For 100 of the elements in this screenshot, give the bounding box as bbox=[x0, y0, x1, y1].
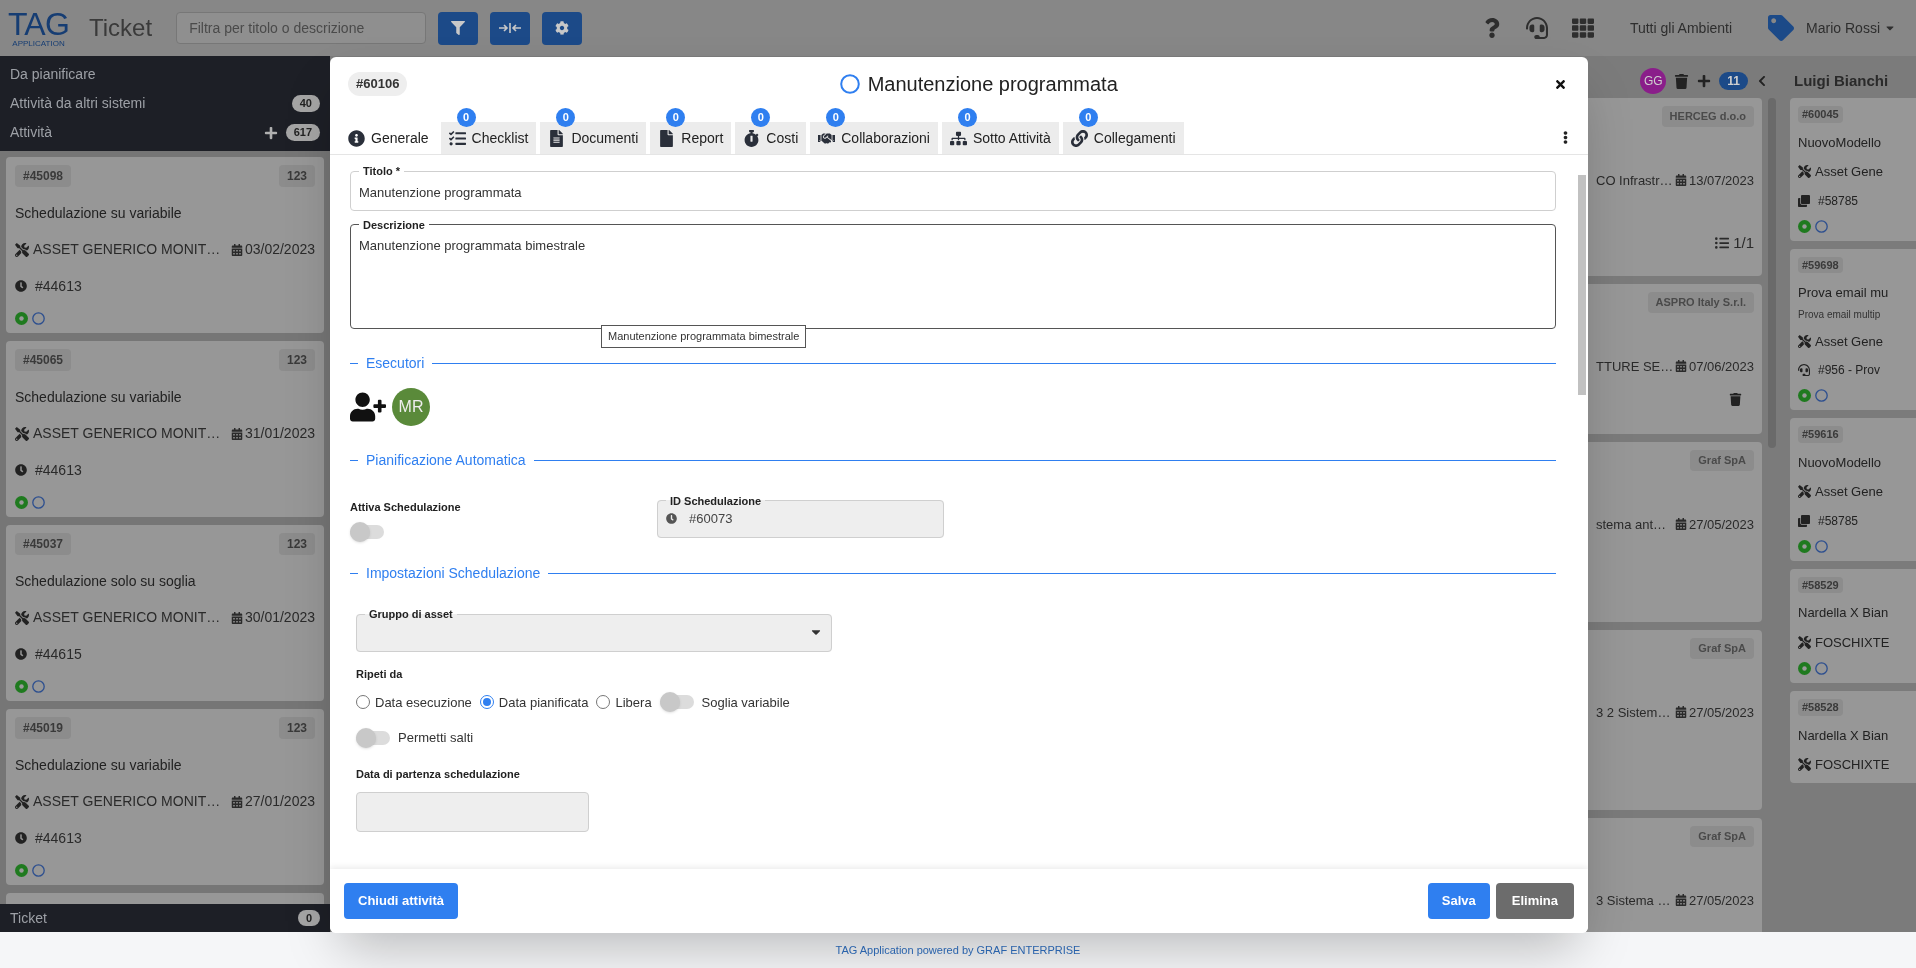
count-badge: 0 bbox=[1078, 108, 1098, 127]
close-icon bbox=[1553, 77, 1567, 91]
ticket-reference: #956 - Prov bbox=[1818, 362, 1881, 379]
collapse-button[interactable] bbox=[490, 11, 531, 45]
toggle-switch[interactable] bbox=[659, 695, 694, 710]
filled-circle-icon bbox=[1798, 539, 1811, 553]
tab[interactable]: Collegamenti bbox=[1062, 122, 1184, 154]
asset-name: TTURE SE… bbox=[1596, 357, 1674, 376]
tab[interactable]: Sotto Attività bbox=[941, 122, 1059, 154]
file-icon bbox=[658, 129, 676, 147]
toggle-switch[interactable] bbox=[356, 730, 390, 745]
environment-selector[interactable]: Tutti gli Ambienti bbox=[1629, 17, 1733, 39]
tools-icon bbox=[1798, 758, 1811, 772]
due-date: 07/06/2023 bbox=[1688, 357, 1754, 376]
task-title: Schedulazione solo su soglia bbox=[15, 571, 197, 591]
task-id: #45098 bbox=[15, 165, 72, 187]
tag-icon bbox=[1768, 15, 1795, 41]
calendar-icon bbox=[230, 243, 243, 256]
asset-name: stema ant… bbox=[1596, 515, 1667, 534]
sitemap-icon bbox=[949, 129, 967, 147]
tools-icon bbox=[15, 794, 29, 809]
task-title: Nardella X Bian bbox=[1798, 726, 1890, 745]
asset-name: FOSCHIXTE bbox=[1815, 756, 1890, 774]
delete-button[interactable]: Elimina bbox=[1495, 883, 1574, 919]
ticket-reference: #44613 bbox=[35, 828, 82, 848]
trash-icon[interactable] bbox=[1729, 393, 1742, 406]
date-field[interactable] bbox=[356, 792, 589, 832]
asset-name: ASSET GENERICO MONIT… bbox=[33, 240, 221, 259]
task-card[interactable]: #45037 123 Schedulazione solo su soglia ASSET GENERICO MONIT… 30/01/2023 #44615 bbox=[6, 525, 324, 701]
tab[interactable]: Documenti bbox=[540, 122, 647, 154]
trash-icon[interactable] bbox=[1674, 73, 1690, 89]
toggle-switch[interactable] bbox=[350, 525, 384, 539]
tools-icon bbox=[1798, 635, 1811, 649]
dialog-title: Manutenzione programmata bbox=[867, 72, 1118, 97]
task-card[interactable]: #45019 123 Schedulazione su variabile ASSET GENERICO MONIT… 27/01/2023 #44613 bbox=[6, 709, 324, 885]
tab[interactable]: Checklist bbox=[440, 122, 537, 154]
hollow-circle-icon bbox=[32, 680, 45, 693]
headset-icon[interactable] bbox=[1525, 17, 1548, 39]
add-icon[interactable] bbox=[263, 125, 278, 140]
member-avatar[interactable]: MR bbox=[392, 387, 430, 426]
asset-name: ASSET GENERICO MONIT… bbox=[33, 608, 221, 627]
radio-label: Data pianificata bbox=[498, 693, 589, 712]
asset-name: 3 2 Sistem… bbox=[1596, 703, 1671, 722]
search-field[interactable]: Filtra per titolo o descrizione bbox=[176, 12, 427, 44]
filled-circle-icon bbox=[15, 680, 28, 693]
asset-name: Asset Gene bbox=[1815, 332, 1883, 351]
task-card[interactable]: #59698 Prova email mu Prova email multip Asset Gene #956 - Prov bbox=[1790, 248, 1916, 410]
task-count: 123 bbox=[278, 349, 315, 371]
toggle-label: Attiva Schedulazione bbox=[350, 499, 462, 515]
task-id: #59616 bbox=[1798, 426, 1843, 443]
user-menu[interactable]: Mario Rossi bbox=[1806, 17, 1896, 39]
sidebar-item[interactable]: Attività bbox=[10, 122, 256, 143]
settings-button[interactable] bbox=[542, 11, 583, 45]
count-badge: 11 bbox=[1719, 72, 1748, 90]
ticket-reference: #44613 bbox=[35, 460, 82, 480]
due-date: 31/01/2023 bbox=[244, 424, 315, 443]
asset-name: ASSET GENERICO MONIT… bbox=[33, 424, 221, 443]
task-title: Schedulazione su variabile bbox=[15, 755, 183, 775]
tab[interactable]: Collaborazioni bbox=[810, 122, 938, 154]
tools-icon bbox=[1798, 165, 1811, 179]
radio-label: Data esecuzione bbox=[375, 693, 472, 712]
close-activity-button[interactable]: Chiudi attività bbox=[344, 883, 458, 919]
sidebar-item[interactable]: Da pianificare bbox=[10, 64, 320, 85]
tools-icon bbox=[1798, 485, 1811, 499]
task-card[interactable]: #59616 NuovoModello Asset Gene #58785 bbox=[1790, 418, 1916, 561]
tools-icon bbox=[1798, 334, 1811, 348]
task-id: #58528 bbox=[1798, 699, 1843, 716]
task-card[interactable]: #60045 NuovoModello Asset Gene #58785 bbox=[1790, 98, 1916, 241]
tools-icon bbox=[15, 426, 29, 441]
count-badge: 0 bbox=[456, 108, 476, 127]
user-avatar[interactable]: GG bbox=[1640, 68, 1667, 94]
task-card[interactable]: #45098 123 Schedulazione su variabile ASSET GENERICO MONIT… 03/02/2023 #44613 bbox=[6, 157, 324, 333]
task-card[interactable]: #58529 Nardella X Bian FOSCHIXTE bbox=[1790, 568, 1916, 683]
radio-group-label: Ripeti da bbox=[356, 667, 404, 682]
chevron-left-icon[interactable] bbox=[1756, 75, 1768, 87]
sidebar-item[interactable]: Ticket bbox=[10, 907, 298, 929]
field-value: #60073 bbox=[689, 510, 733, 528]
apps-grid-icon[interactable] bbox=[1571, 17, 1594, 39]
tab[interactable]: Report bbox=[650, 122, 732, 154]
company-tag: Graf SpA bbox=[1690, 826, 1754, 847]
save-button[interactable]: Salva bbox=[1427, 883, 1490, 919]
task-card[interactable]: #58528 Nardella X Bian FOSCHIXTE bbox=[1790, 691, 1916, 783]
task-card[interactable]: #45065 123 Schedulazione su variabile ASSET GENERICO MONIT… 31/01/2023 #44613 bbox=[6, 341, 324, 517]
task-description: Prova email multip bbox=[1798, 307, 1882, 322]
hollow-circle-icon bbox=[1815, 539, 1828, 553]
asset-name: ASSET GENERICO MONIT… bbox=[33, 792, 221, 811]
filter-button[interactable] bbox=[438, 11, 479, 45]
logo: TAG bbox=[8, 8, 69, 40]
task-title: NuovoModello bbox=[1798, 453, 1883, 472]
sidebar-item[interactable]: Attività da altri sistemi bbox=[10, 93, 284, 114]
add-icon[interactable] bbox=[1697, 74, 1712, 88]
calendar-icon bbox=[1674, 518, 1687, 531]
filled-circle-icon bbox=[15, 312, 28, 325]
filled-circle-icon bbox=[15, 864, 28, 877]
tab[interactable]: Costi bbox=[735, 122, 807, 154]
toggle-label: Soglia variabile bbox=[701, 693, 790, 712]
scrollbar[interactable] bbox=[1578, 175, 1586, 395]
hollow-circle-icon bbox=[1815, 219, 1828, 233]
due-date: 27/01/2023 bbox=[244, 792, 315, 811]
clock-icon bbox=[15, 464, 27, 476]
